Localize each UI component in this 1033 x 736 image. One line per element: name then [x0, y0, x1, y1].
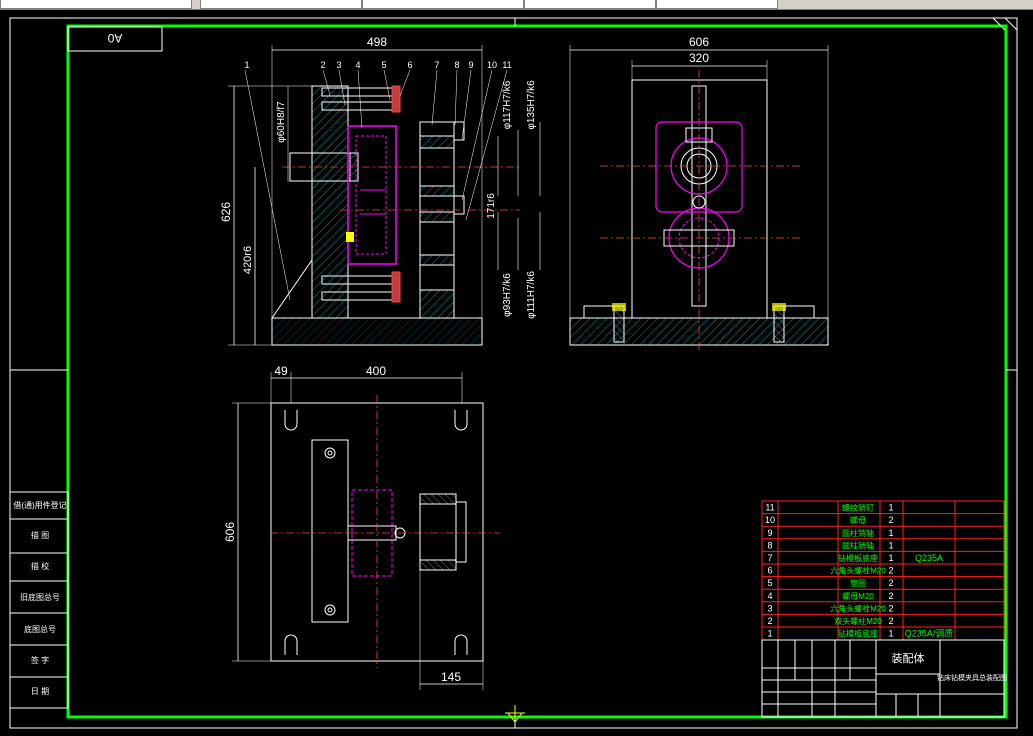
bom-cell-name: 螺母 — [850, 515, 866, 525]
dim-phi93: φ93H7/k6 — [502, 273, 513, 317]
dim-phi135: φ135H7/k6 — [526, 80, 537, 130]
dim-49: 49 — [274, 364, 288, 378]
svg-text:日 期: 日 期 — [31, 687, 49, 696]
bom-cell-qty: 2 — [888, 578, 893, 588]
svg-text:描 校: 描 校 — [31, 561, 49, 571]
bom-cell-no: 3 — [767, 603, 772, 613]
bom-cell-qty: 1 — [888, 553, 893, 563]
dim-400: 400 — [366, 364, 386, 378]
svg-text:3: 3 — [336, 60, 341, 70]
dim-phi117: φ117H7/k6 — [502, 80, 513, 129]
bom-cell-name: 钻模板底座 — [838, 553, 878, 563]
svg-text:签 字: 签 字 — [31, 655, 49, 665]
svg-text:描 图: 描 图 — [31, 530, 49, 540]
toolbar-field[interactable] — [200, 0, 362, 9]
bom-cell-qty: 1 — [888, 528, 893, 538]
side-view: 606 320 — [569, 35, 829, 350]
bom-cell-qty: 1 — [888, 540, 893, 550]
bom-cell-qty: 2 — [888, 591, 893, 601]
dim-606-top-view: 606 — [223, 522, 237, 542]
bottom-center-mark — [505, 705, 525, 723]
svg-text:7: 7 — [434, 60, 439, 70]
bom-cell-no: 5 — [767, 578, 772, 588]
toolbar-field[interactable] — [524, 0, 656, 9]
bom-cell-name: 六角头螺栓M20 — [830, 603, 886, 613]
dim-420r6: 420r6 — [242, 246, 254, 274]
dim-606-side: 606 — [689, 35, 709, 49]
title-block-drawing: 钻床钻模夹具总装配图 — [937, 673, 1007, 682]
bom-cell-name: 圆柱销轴 — [842, 528, 874, 538]
dim-phi111: φ111H7/k6 — [526, 271, 537, 319]
dim-320: 320 — [689, 51, 709, 65]
title-block: 装配体 钻床钻模夹具总装配图 — [761, 639, 1007, 718]
bom-cell-material: Q235A/调质 — [905, 628, 954, 639]
bom-table: 11 螺纹销钉 110 螺母 29 圆柱销轴 18 圆柱销轴 17 钻模板底座 1 Q235A6 六角头… — [761, 500, 1005, 641]
bom-cell-no: 1 — [767, 629, 772, 639]
bom-cell-no: 8 — [767, 540, 772, 550]
svg-text:1: 1 — [244, 60, 249, 70]
bom-cell-qty: 2 — [888, 566, 893, 576]
svg-text:借(通)用件登记: 借(通)用件登记 — [13, 500, 66, 510]
toolbar-field[interactable] — [362, 0, 524, 9]
svg-text:9: 9 — [468, 60, 473, 70]
bom-cell-no: 6 — [767, 566, 772, 576]
bom-cell-no: 10 — [765, 515, 775, 525]
bom-cell-no: 11 — [765, 503, 774, 513]
dim-145: 145 — [441, 670, 461, 684]
svg-text:5: 5 — [381, 60, 386, 70]
bom-cell-qty: 2 — [888, 515, 893, 525]
dim-498: 498 — [367, 35, 387, 49]
svg-text:8: 8 — [454, 60, 459, 70]
bom-cell-name: 螺母M20 — [842, 591, 874, 601]
bom-cell-name: 钻模板底座 — [838, 629, 878, 639]
bom-cell-name: 垫圈 — [850, 578, 866, 588]
bom-cell-qty: 2 — [888, 616, 893, 626]
svg-text:底图总号: 底图总号 — [24, 624, 56, 634]
svg-text:10: 10 — [487, 60, 497, 70]
bom-cell-name: 螺纹销钉 — [842, 503, 874, 513]
svg-text:11: 11 — [502, 60, 511, 70]
bom-cell-name: 双头螺柱M20 — [834, 616, 882, 626]
bom-cell-qty: 1 — [888, 503, 893, 513]
bom-cell-no: 4 — [767, 591, 772, 601]
bom-cell-name: 圆柱销轴 — [842, 540, 874, 550]
bom-cell-no: 2 — [767, 616, 772, 626]
svg-text:旧底图总号: 旧底图总号 — [20, 592, 60, 602]
front-section-view: 498 626 420r6 φ60H8/f7 φ117H7/k6 φ135H7/… — [219, 35, 541, 346]
left-stamp-table: 借(通)用件登记 描 图 描 校 旧底图总号 底图总号 签 字 日 期 — [9, 491, 69, 709]
top-view: 49 400 606 145 — [223, 364, 500, 690]
bom-cell-name: 六角头螺栓M20 — [830, 566, 886, 576]
toolbar-field[interactable] — [0, 0, 192, 9]
dim-171r6: 171r6 — [486, 193, 497, 219]
bom-cell-qty: 2 — [888, 603, 893, 613]
svg-text:A0: A0 — [107, 31, 122, 45]
title-block-name: 装配体 — [892, 651, 925, 665]
bom-cell-no: 7 — [767, 553, 772, 563]
svg-text:2: 2 — [320, 60, 325, 70]
bom-cell-no: 9 — [767, 528, 772, 538]
bom-cell-qty: 1 — [888, 629, 893, 639]
dim-626: 626 — [219, 202, 233, 222]
svg-text:6: 6 — [407, 60, 412, 70]
dim-phi60: φ60H8/f7 — [276, 101, 287, 143]
title-box-a0: A0 — [67, 26, 163, 52]
cad-drawing-canvas[interactable]: A0 498 626 420r6 φ60H8/f7 φ117H7/k6 φ135… — [0, 9, 1033, 736]
toolbar-field[interactable] — [656, 0, 778, 9]
svg-text:4: 4 — [355, 60, 360, 70]
bom-cell-material: Q235A — [915, 553, 943, 563]
